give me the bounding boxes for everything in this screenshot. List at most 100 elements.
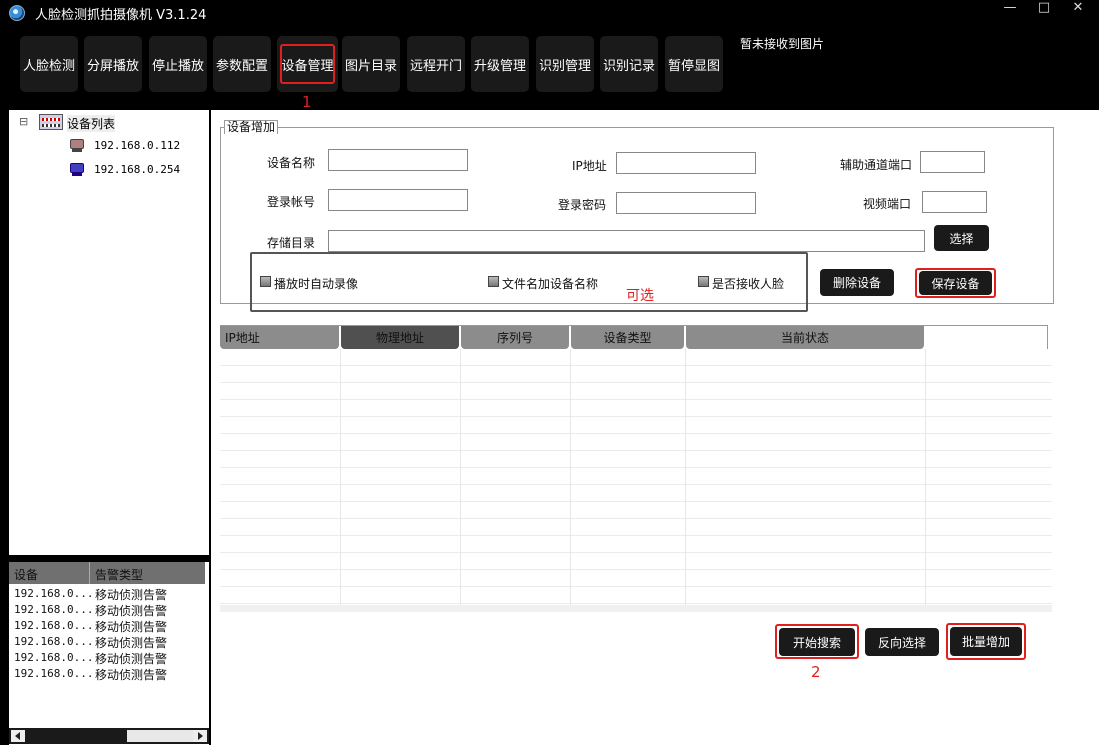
scroll-right-icon[interactable] xyxy=(193,730,207,742)
step-1-label: 1 xyxy=(302,93,312,111)
group-title: 设备增加 xyxy=(224,120,279,134)
remote-open-door-button[interactable]: 远程开门 xyxy=(407,36,465,92)
alarm-row-device: 192.168.0... xyxy=(14,667,94,680)
auto-record-checkbox[interactable] xyxy=(260,276,271,287)
grid-line xyxy=(220,603,1052,604)
alarm-row-type: 移动侦测告警 xyxy=(95,636,168,650)
alarm-col-type[interactable]: 告警类型 xyxy=(95,566,143,583)
window-title: 人脸检测抓拍摄像机 V3.1.24 xyxy=(35,8,207,23)
close-button[interactable]: ✕ xyxy=(1062,1,1094,17)
alarm-row-type: 移动侦测告警 xyxy=(95,588,168,602)
grid-line xyxy=(340,349,341,612)
tree-device-2[interactable]: 192.168.0.254 xyxy=(94,163,180,176)
account-label: 登录帐号 xyxy=(267,195,316,209)
status-text: 暂未接收到图片 xyxy=(740,37,825,51)
grid-line xyxy=(220,416,1052,417)
scroll-left-icon[interactable] xyxy=(11,730,25,742)
stop-play-button[interactable]: 停止播放 xyxy=(149,36,207,92)
video-port-field[interactable] xyxy=(922,191,987,213)
device-name-field[interactable] xyxy=(328,149,468,171)
save-device-button[interactable]: 保存设备 xyxy=(919,271,992,295)
start-search-button[interactable]: 开始搜索 xyxy=(779,628,855,656)
watermark: 搜狐号@大眼睛 xyxy=(924,710,1064,734)
alarm-row-type: 移动侦测告警 xyxy=(95,620,168,634)
storage-dir-label: 存储目录 xyxy=(267,236,316,250)
alarm-row-device: 192.168.0... xyxy=(14,603,94,616)
split-screen-button[interactable]: 分屏播放 xyxy=(84,36,142,92)
alarm-col-device[interactable]: 设备 xyxy=(14,566,38,583)
alarm-row-type: 移动侦测告警 xyxy=(95,604,168,618)
grid-line xyxy=(685,349,686,612)
device-manage-button[interactable]: 设备管理 xyxy=(277,36,338,92)
image-folder-button[interactable]: 图片目录 xyxy=(342,36,400,92)
grid-line xyxy=(220,501,1052,502)
grid-line xyxy=(220,518,1052,519)
filename-device-label: 文件名加设备名称 xyxy=(502,277,599,291)
batch-add-button[interactable]: 批量增加 xyxy=(950,627,1022,656)
grid-line xyxy=(220,365,1052,366)
invert-selection-button[interactable]: 反向选择 xyxy=(865,628,939,656)
device-manage-label: 设备管理 xyxy=(281,58,334,74)
grid-line xyxy=(925,349,926,612)
recognition-record-button[interactable]: 识别记录 xyxy=(600,36,658,92)
ip-field[interactable] xyxy=(616,152,756,174)
filename-device-checkbox[interactable] xyxy=(488,276,499,287)
alarm-row-device: 192.168.0... xyxy=(14,651,94,664)
device-list-icon xyxy=(39,114,63,130)
tree-root-label[interactable]: 设备列表 xyxy=(67,115,116,132)
account-field[interactable] xyxy=(328,189,468,211)
optional-label: 可选 xyxy=(626,288,654,304)
password-field[interactable] xyxy=(616,192,756,214)
grid-line xyxy=(220,450,1052,451)
scroll-thumb[interactable] xyxy=(127,730,193,742)
col-status[interactable]: 当前状态 xyxy=(686,326,924,349)
horizontal-scrollbar[interactable] xyxy=(9,728,209,744)
step-2-label: 2 xyxy=(811,663,821,681)
delete-device-button[interactable]: 删除设备 xyxy=(820,269,894,296)
grid-line xyxy=(220,535,1052,536)
grid-line xyxy=(220,382,1052,383)
device-table-header: IP地址 物理地址 序列号 设备类型 当前状态 xyxy=(220,325,1048,349)
column-divider xyxy=(89,562,90,584)
col-ip[interactable]: IP地址 xyxy=(220,326,339,349)
device-name-label: 设备名称 xyxy=(267,156,316,170)
password-label: 登录密码 xyxy=(558,198,607,212)
alarm-row-type: 移动侦测告警 xyxy=(95,652,168,666)
video-port-label: 视频端口 xyxy=(863,197,912,211)
aux-port-label: 辅助通道端口 xyxy=(840,158,913,172)
auto-record-label: 播放时自动录像 xyxy=(274,277,359,291)
param-config-button[interactable]: 参数配置 xyxy=(213,36,271,92)
tree-device-1[interactable]: 192.168.0.112 xyxy=(94,139,180,152)
maximize-button[interactable]: □ xyxy=(1028,1,1060,17)
storage-dir-field[interactable] xyxy=(328,230,925,252)
grid-line xyxy=(220,399,1052,400)
upgrade-manage-button[interactable]: 升级管理 xyxy=(471,36,529,92)
alarm-row-device: 192.168.0... xyxy=(14,635,94,648)
select-folder-button[interactable]: 选择 xyxy=(934,225,989,251)
receive-face-label: 是否接收人脸 xyxy=(712,277,785,291)
alarm-row-device: 192.168.0... xyxy=(14,619,94,632)
col-serial[interactable]: 序列号 xyxy=(461,326,569,349)
minimize-button[interactable]: — xyxy=(994,1,1026,17)
grid-line xyxy=(220,467,1052,468)
grid-line xyxy=(460,349,461,612)
col-mac[interactable]: 物理地址 xyxy=(341,326,459,349)
app-logo-icon xyxy=(9,5,25,21)
grid-line xyxy=(220,433,1052,434)
grid-line xyxy=(220,552,1052,553)
camera-icon xyxy=(68,161,88,177)
receive-face-checkbox[interactable] xyxy=(698,276,709,287)
ip-label: IP地址 xyxy=(572,159,607,173)
camera-icon xyxy=(68,137,88,153)
alarm-row-type: 移动侦测告警 xyxy=(95,668,168,682)
aux-port-field[interactable] xyxy=(920,151,985,173)
tree-collapse-icon[interactable]: ⊟ xyxy=(19,115,28,128)
grid-line xyxy=(220,484,1052,485)
table-bottom-strip xyxy=(220,605,1052,612)
recognition-manage-button[interactable]: 识别管理 xyxy=(536,36,594,92)
pause-display-button[interactable]: 暂停显图 xyxy=(665,36,723,92)
face-detect-button[interactable]: 人脸检测 xyxy=(20,36,78,92)
alarm-row-device: 192.168.0... xyxy=(14,587,94,600)
grid-line xyxy=(220,569,1052,570)
col-device-type[interactable]: 设备类型 xyxy=(571,326,684,349)
